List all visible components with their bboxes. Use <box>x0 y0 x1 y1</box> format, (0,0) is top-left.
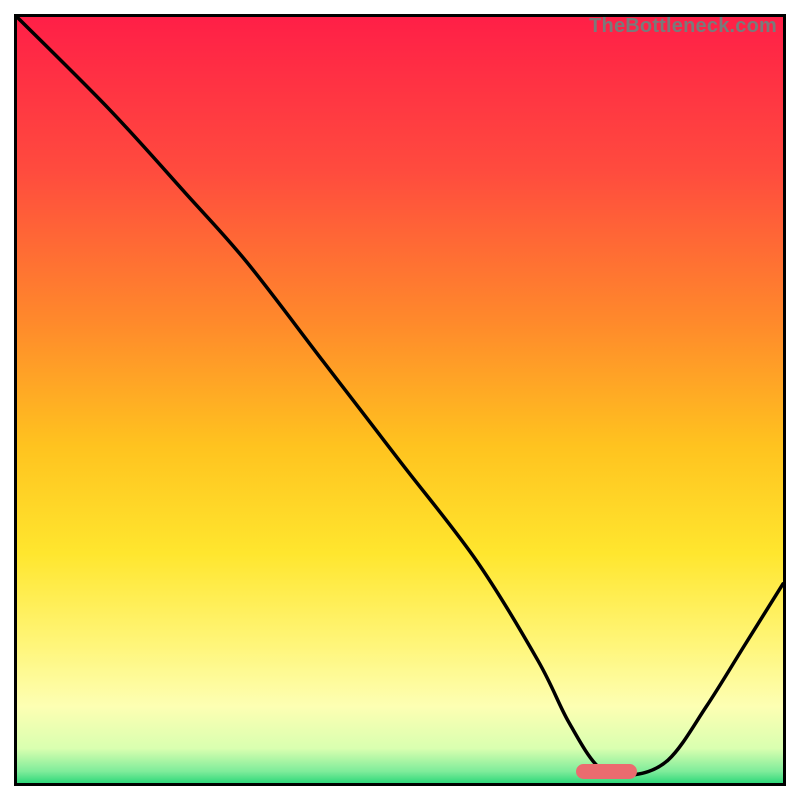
optimal-range-marker <box>576 764 637 779</box>
bottleneck-curve <box>17 17 783 776</box>
bottleneck-curve-svg <box>17 17 783 783</box>
chart-frame: TheBottleneck.com <box>14 14 786 786</box>
watermark-text: TheBottleneck.com <box>589 15 777 38</box>
